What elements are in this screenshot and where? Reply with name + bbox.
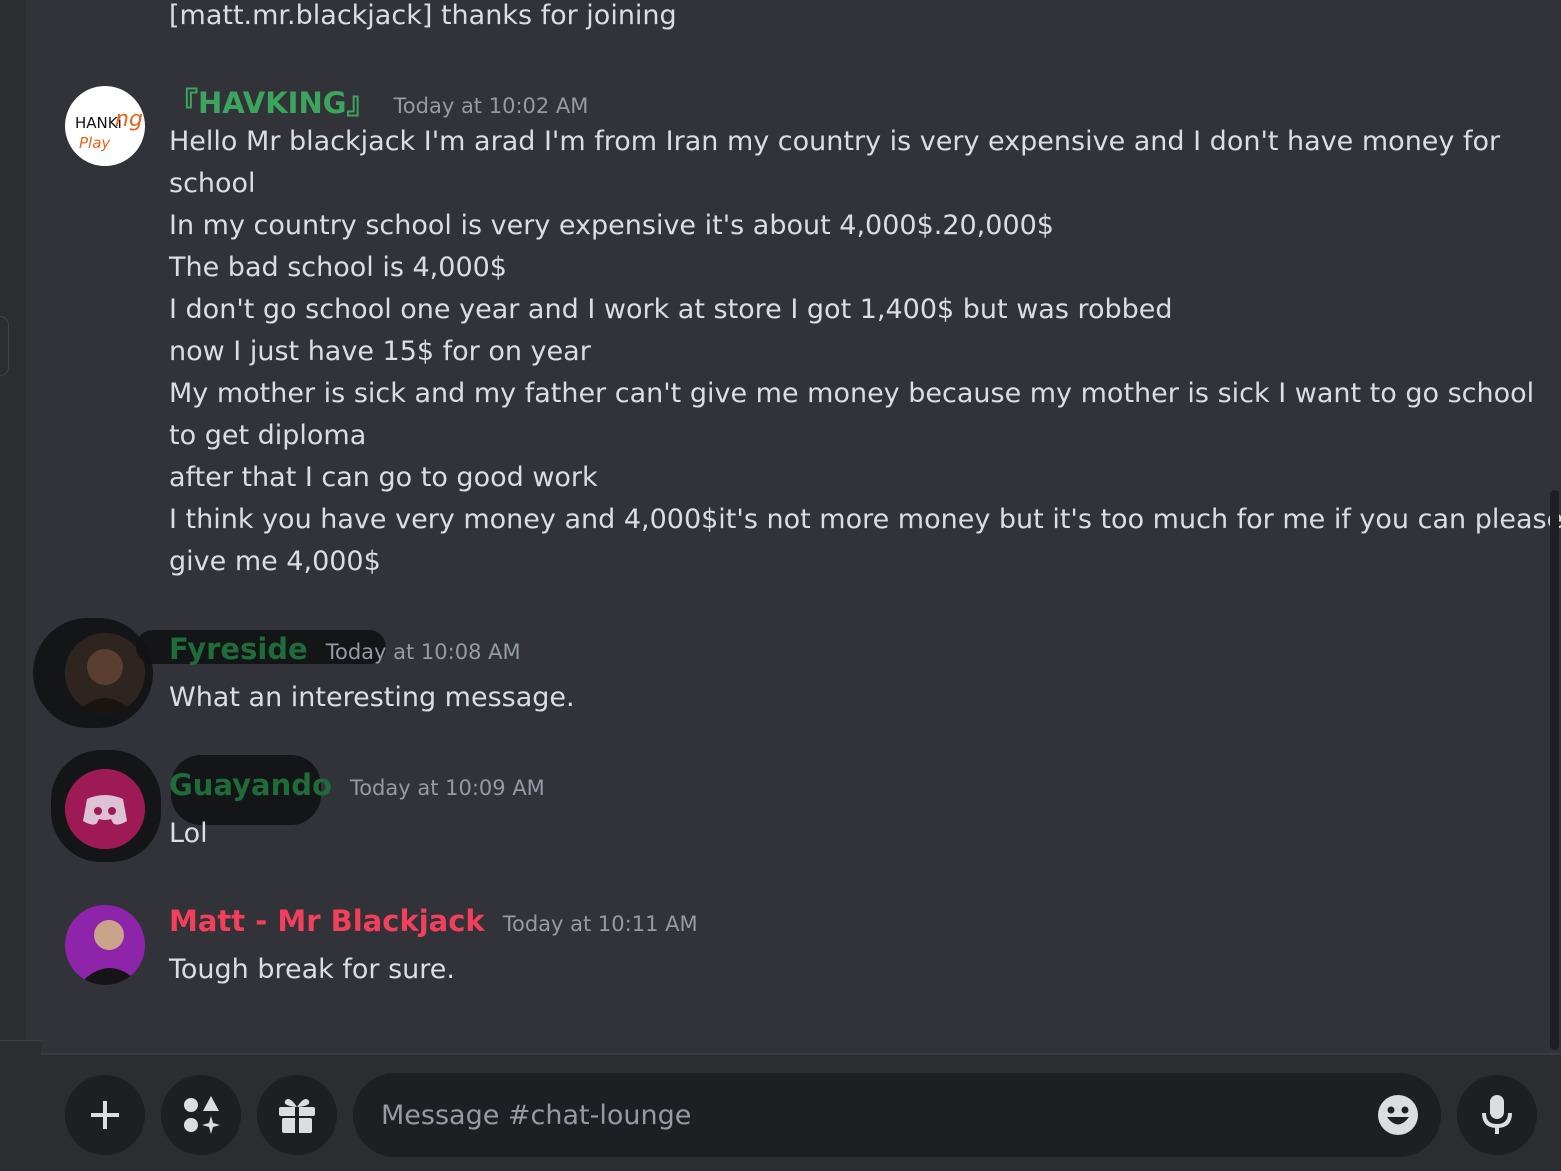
guayando-avatar[interactable]	[65, 769, 145, 849]
channel-list-edge	[26, 0, 41, 1040]
message-line: give me 4,000$	[169, 546, 381, 577]
message-line: Lol	[169, 818, 208, 849]
message-line: In my country school is very expensive i…	[169, 210, 1054, 241]
message-line: now I just have 15$ for on year	[169, 336, 591, 367]
gift-icon	[279, 1099, 315, 1133]
author-name[interactable]: Fyreside	[169, 632, 308, 666]
svg-text:ng: ng	[115, 107, 143, 132]
message-line: What an interesting message.	[169, 682, 575, 713]
add-attachment-button[interactable]	[65, 1075, 145, 1155]
scrollbar[interactable]	[1550, 490, 1559, 1050]
voice-message-button[interactable]	[1457, 1075, 1537, 1155]
author-name[interactable]: 『HAVKING』	[169, 80, 376, 122]
gift-button[interactable]	[257, 1075, 337, 1155]
message-line: Hello Mr blackjack I'm arad I'm from Ira…	[169, 126, 1501, 157]
message-header: Guayando Today at 10:09 AM	[169, 768, 545, 802]
havking-playing-logo-icon: HANKi ng Play	[75, 107, 143, 152]
message-header: Fyreside Today at 10:08 AM	[169, 632, 521, 666]
message-timestamp[interactable]: Today at 10:09 AM	[350, 776, 545, 800]
discord-default-avatar-icon	[65, 769, 145, 849]
message-line: school	[169, 168, 256, 199]
message-line: My mother is sick and my father can't gi…	[169, 378, 1535, 409]
user-photo-icon	[65, 905, 145, 985]
message-timestamp[interactable]: Today at 10:11 AM	[503, 912, 698, 936]
message-composer	[41, 1053, 1561, 1171]
message-timestamp[interactable]: Today at 10:02 AM	[394, 94, 589, 118]
message-list[interactable]: [matt.mr.blackjack] thanks for joining H…	[33, 0, 1561, 1053]
message-line: I think you have very money and 4,000$it…	[169, 504, 1561, 535]
havking-avatar[interactable]: HANKi ng Play	[65, 86, 145, 166]
discord-app: [matt.mr.blackjack] thanks for joining H…	[0, 0, 1561, 1171]
author-name[interactable]: Guayando	[169, 768, 332, 802]
message-timestamp[interactable]: Today at 10:08 AM	[326, 640, 521, 664]
message-line: to get diploma	[169, 420, 367, 451]
emoji-icon[interactable]	[1377, 1094, 1419, 1136]
message-input-wrapper[interactable]	[353, 1073, 1441, 1157]
microphone-icon	[1482, 1095, 1512, 1134]
author-name[interactable]: Matt - Mr Blackjack	[169, 904, 485, 938]
apps-icon	[184, 1096, 220, 1134]
user-panel-edge	[0, 1040, 41, 1171]
message-header: 『HAVKING』 Today at 10:02 AM	[169, 80, 588, 122]
message-line: I don't go school one year and I work at…	[169, 294, 1173, 325]
svg-text:Play: Play	[79, 134, 111, 152]
message-line: after that I can go to good work	[169, 462, 598, 493]
message-input[interactable]	[381, 1099, 1341, 1131]
user-photo-icon	[65, 633, 145, 713]
server-rail-edge	[0, 0, 26, 1040]
fyreside-avatar[interactable]	[65, 633, 145, 713]
apps-button[interactable]	[161, 1075, 241, 1155]
message-header: Matt - Mr Blackjack Today at 10:11 AM	[169, 904, 698, 938]
system-message: [matt.mr.blackjack] thanks for joining	[169, 0, 677, 31]
plus-icon	[91, 1101, 119, 1129]
matt-avatar[interactable]	[65, 905, 145, 985]
sidebar-handle[interactable]	[0, 316, 9, 376]
message-line: The bad school is 4,000$	[169, 252, 507, 283]
message-line: Tough break for sure.	[169, 954, 455, 985]
